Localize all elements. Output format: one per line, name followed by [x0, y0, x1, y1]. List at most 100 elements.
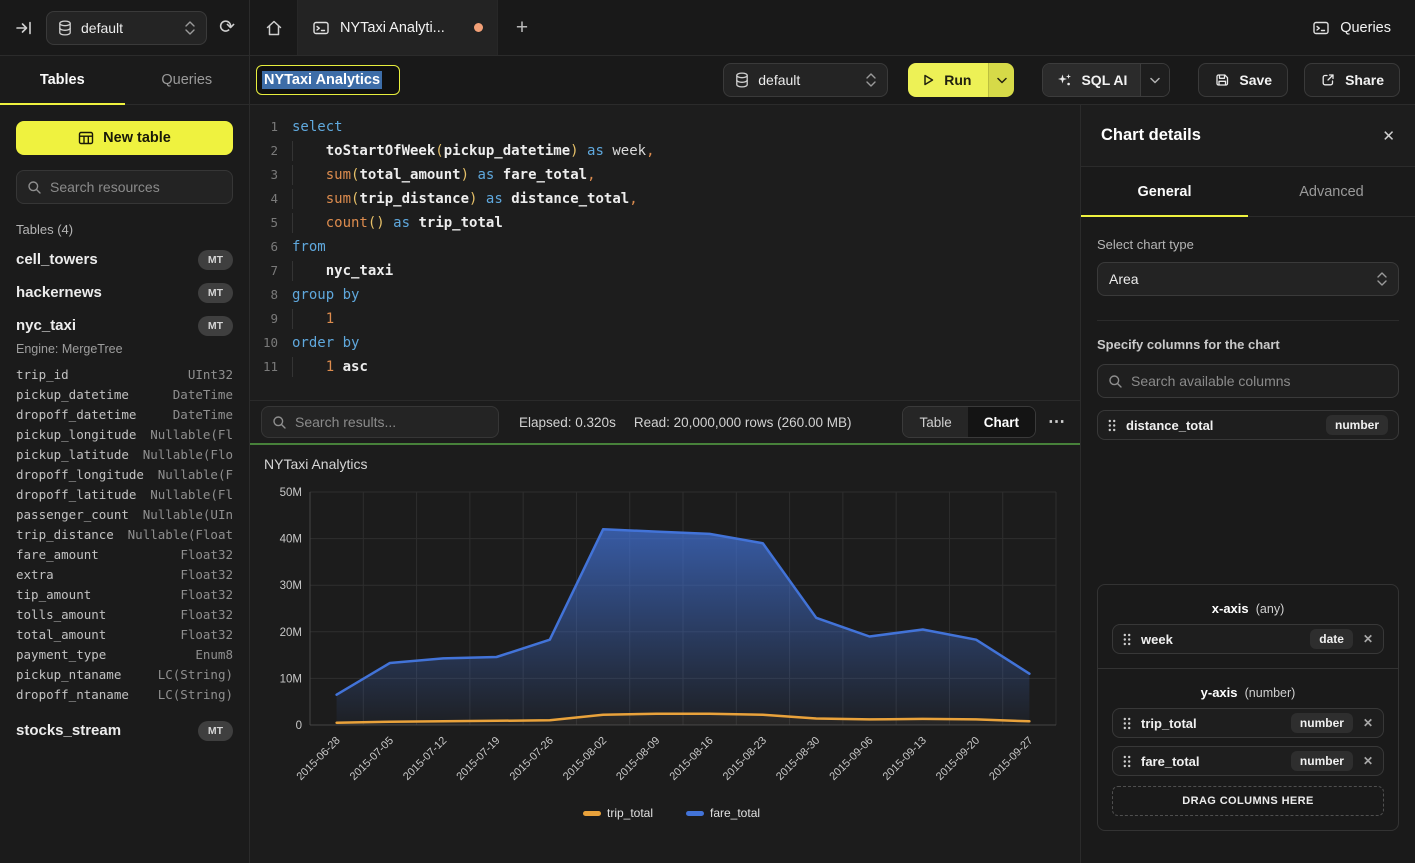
axis-config-box: x-axis (any) weekdate✕ y-axis (number) t…: [1097, 584, 1399, 831]
column-item[interactable]: tip_amountFloat32: [16, 584, 233, 604]
unsaved-indicator-dot: [474, 23, 483, 32]
column-item[interactable]: tolls_amountFloat32: [16, 604, 233, 624]
tab-general[interactable]: General: [1081, 167, 1248, 216]
code-line[interactable]: sum(total_amount) as fare_total,: [292, 163, 1080, 187]
new-table-button[interactable]: New table: [16, 121, 233, 155]
toolbar-database-selector[interactable]: default: [723, 63, 888, 97]
svg-text:2015-08-30: 2015-08-30: [774, 735, 822, 783]
collapse-sidebar-icon[interactable]: [14, 18, 34, 38]
svg-text:50M: 50M: [280, 487, 302, 499]
resources-search[interactable]: [16, 170, 233, 204]
columns-search[interactable]: [1097, 364, 1399, 398]
close-icon[interactable]: ✕: [1382, 127, 1395, 145]
drag-handle-icon[interactable]: [1123, 717, 1131, 730]
toggle-chart-view[interactable]: Chart: [968, 407, 1035, 437]
toggle-table-view[interactable]: Table: [903, 407, 967, 437]
drag-handle-icon[interactable]: [1123, 755, 1131, 768]
code-line[interactable]: nyc_taxi: [292, 259, 1080, 283]
y-axis-column-fare_total[interactable]: fare_total number ✕: [1112, 746, 1384, 776]
column-item[interactable]: dropoff_latitudeNullable(Fl: [16, 484, 233, 504]
run-button[interactable]: Run: [908, 63, 988, 97]
new-tab-button[interactable]: +: [498, 0, 546, 55]
line-number: 6: [250, 235, 278, 259]
resources-search-input[interactable]: [50, 179, 222, 195]
available-column-distance_total[interactable]: distance_totalnumber: [1097, 410, 1399, 440]
type-badge: number: [1291, 751, 1353, 771]
y-axis-column-trip_total[interactable]: trip_totalnumber✕: [1112, 708, 1384, 738]
share-button[interactable]: Share: [1304, 63, 1400, 97]
code-line[interactable]: count() as trip_total: [292, 211, 1080, 235]
table-item-hackernews[interactable]: hackernewsMT: [16, 276, 233, 309]
column-item[interactable]: trip_distanceNullable(Float: [16, 524, 233, 544]
column-item[interactable]: pickup_ntanameLC(String): [16, 664, 233, 684]
drag-handle-icon[interactable]: [1123, 633, 1131, 646]
editor-line: 11 1 asc: [250, 355, 1080, 379]
drop-zone[interactable]: DRAG COLUMNS HERE: [1112, 786, 1384, 816]
search-icon: [27, 180, 42, 195]
results-search[interactable]: [261, 406, 499, 438]
chart-type-select[interactable]: Area: [1097, 262, 1399, 296]
column-type: UInt32: [188, 367, 233, 382]
column-name: dropoff_ntaname: [16, 687, 129, 702]
column-item[interactable]: dropoff_datetimeDateTime: [16, 404, 233, 424]
code-line[interactable]: from: [292, 235, 1080, 259]
code-line[interactable]: 1 asc: [292, 355, 1080, 379]
results-search-input[interactable]: [295, 414, 488, 430]
table-item-nyc_taxi[interactable]: nyc_taxiMT: [16, 309, 233, 342]
remove-icon[interactable]: ✕: [1363, 754, 1373, 768]
column-type: DateTime: [173, 387, 233, 402]
tab-advanced[interactable]: Advanced: [1248, 167, 1415, 216]
column-name: pickup_datetime: [16, 387, 129, 402]
column-item[interactable]: extraFloat32: [16, 564, 233, 584]
queries-button[interactable]: Queries: [1312, 19, 1391, 37]
sql-ai-dropdown[interactable]: [1140, 64, 1169, 96]
line-number: 5: [250, 211, 278, 235]
save-button-label: Save: [1239, 72, 1272, 88]
sql-editor[interactable]: 1select2 toStartOfWeek(pickup_datetime) …: [250, 105, 1080, 400]
column-item[interactable]: fare_amountFloat32: [16, 544, 233, 564]
column-item[interactable]: total_amountFloat32: [16, 624, 233, 644]
column-item[interactable]: dropoff_ntanameLC(String): [16, 684, 233, 704]
panel-title: Chart details: [1101, 126, 1201, 145]
code-line[interactable]: sum(trip_distance) as distance_total,: [292, 187, 1080, 211]
sql-ai-button[interactable]: SQL AI: [1043, 64, 1140, 96]
sidebar-tab-queries[interactable]: Queries: [125, 56, 250, 104]
table-item-cell_towers[interactable]: cell_towersMT: [16, 243, 233, 276]
chevron-up-down-icon: [1377, 272, 1387, 286]
type-badge: number: [1291, 713, 1353, 733]
remove-icon[interactable]: ✕: [1363, 716, 1373, 730]
chart-type-value: Area: [1109, 271, 1139, 287]
run-options-dropdown[interactable]: [988, 63, 1014, 97]
table-item-stocks_stream[interactable]: stocks_streamMT: [16, 714, 233, 747]
home-button[interactable]: [250, 0, 298, 55]
more-options-icon[interactable]: ⋯: [1048, 412, 1066, 432]
save-button[interactable]: Save: [1198, 63, 1288, 97]
x-axis-column-week[interactable]: weekdate✕: [1112, 624, 1384, 654]
column-item[interactable]: trip_idUInt32: [16, 364, 233, 384]
refresh-icon[interactable]: ⟳: [219, 18, 235, 37]
code-line[interactable]: 1: [292, 307, 1080, 331]
code-line[interactable]: select: [292, 115, 1080, 139]
code-line[interactable]: toStartOfWeek(pickup_datetime) as week,: [292, 139, 1080, 163]
column-item[interactable]: passenger_countNullable(UIn: [16, 504, 233, 524]
code-line[interactable]: group by: [292, 283, 1080, 307]
query-title-input[interactable]: NYTaxi Analytics: [256, 65, 400, 95]
column-item[interactable]: pickup_datetime DateTime: [16, 384, 233, 404]
column-item[interactable]: pickup_latitudeNullable(Flo: [16, 444, 233, 464]
sparkles-icon: [1056, 72, 1072, 88]
column-item[interactable]: payment_typeEnum8: [16, 644, 233, 664]
columns-search-input[interactable]: [1131, 373, 1388, 389]
svg-text:2015-09-13: 2015-09-13: [881, 735, 929, 783]
svg-text:40M: 40M: [280, 534, 302, 546]
remove-icon[interactable]: ✕: [1363, 632, 1373, 646]
column-item[interactable]: pickup_longitudeNullable(Fl: [16, 424, 233, 444]
chart-title: NYTaxi Analytics: [264, 456, 367, 472]
sidebar-tab-tables[interactable]: Tables: [0, 56, 125, 104]
column-pill-name: fare_total: [1141, 754, 1200, 769]
code-line[interactable]: order by: [292, 331, 1080, 355]
query-tab[interactable]: NYTaxi Analyti...: [298, 0, 498, 55]
column-item[interactable]: dropoff_longitudeNullable(F: [16, 464, 233, 484]
drag-handle-icon[interactable]: [1108, 419, 1116, 432]
editor-line: 8group by: [250, 283, 1080, 307]
database-selector[interactable]: default: [46, 11, 207, 45]
